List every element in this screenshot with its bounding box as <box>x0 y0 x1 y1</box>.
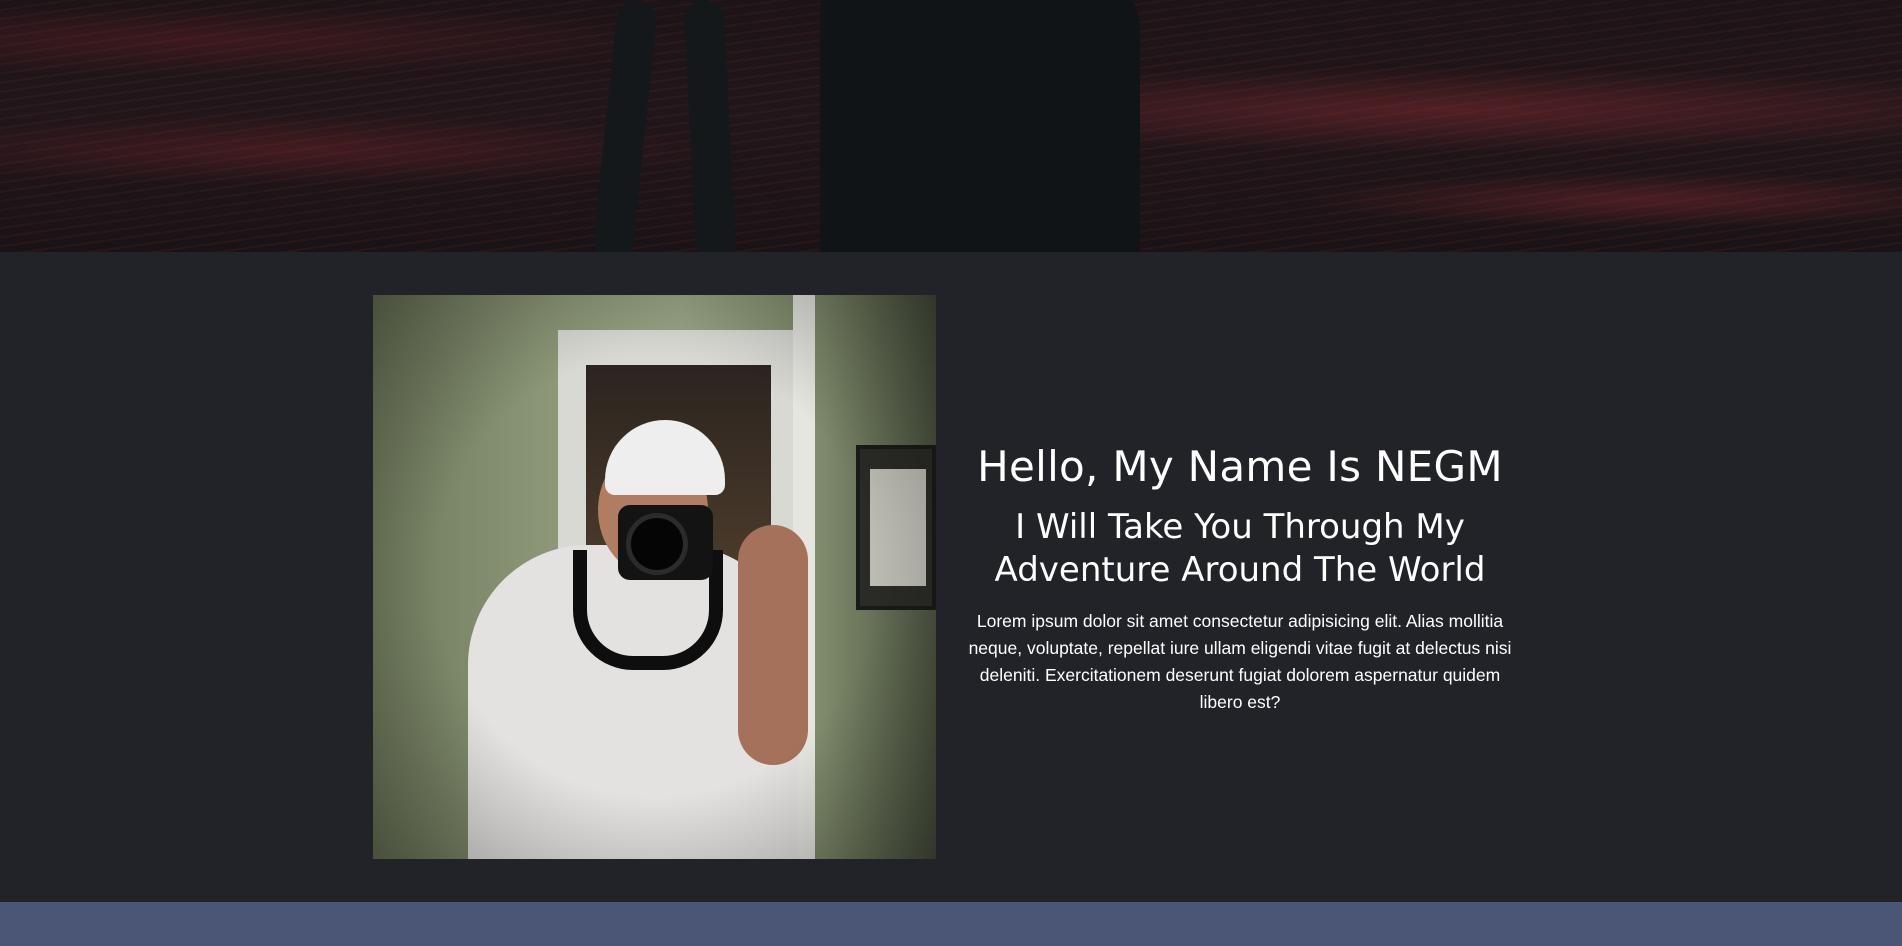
about-subtitle: I Will Take You Through My Adventure Aro… <box>994 507 1486 590</box>
next-section <box>0 902 1902 946</box>
photographer-silhouette <box>820 0 1140 252</box>
hero-image <box>0 0 1902 252</box>
about-title: Hello, My Name Is NEGM <box>977 442 1503 491</box>
about-photo <box>373 295 936 859</box>
about-description: Lorem ipsum dolor sit amet consectetur a… <box>968 611 1512 712</box>
photo-vignette <box>373 295 936 859</box>
about-text-block: Hello, My Name Is NEGM I Will Take You T… <box>960 440 1520 716</box>
